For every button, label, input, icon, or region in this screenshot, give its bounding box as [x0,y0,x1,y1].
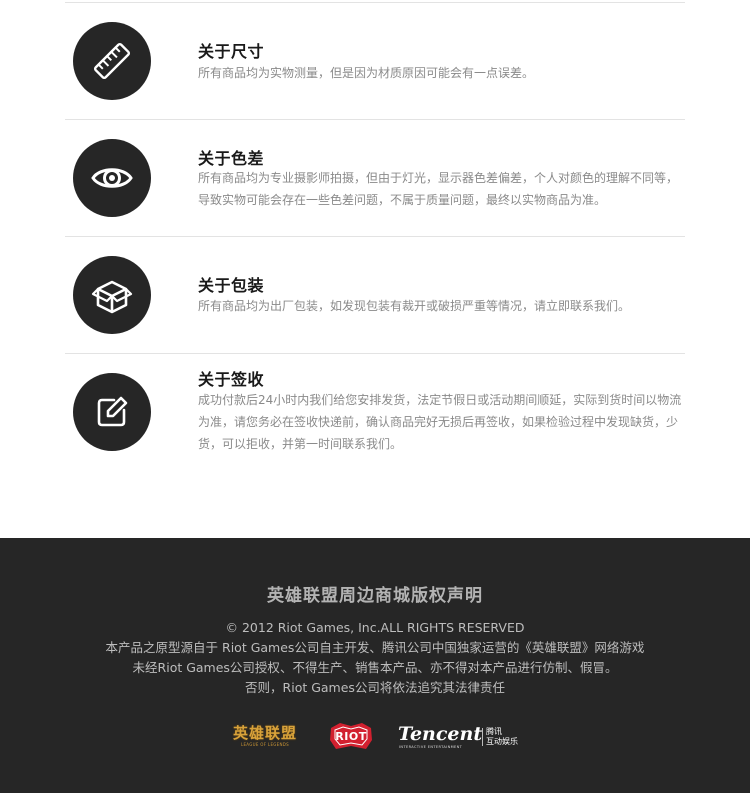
riot-logo-text: RIOT [335,730,367,743]
divider [65,236,685,237]
tencent-logo-text: Tencent [398,723,483,745]
divider [65,353,685,354]
tencent-logo: Tencent INTERACTIVE ENTERTAINMENT 腾讯 互动娱… [398,724,524,752]
footer-line-1: 本产品之原型源自于 Riot Games公司自主开发、腾讯公司中国独家运营的《英… [105,640,645,655]
footer-line-3: 否则，Riot Games公司将依法追究其法律责任 [245,680,505,695]
footer-title: 英雄联盟周边商城版权声明 [267,586,483,606]
lol-logo-text: 英雄联盟 [232,724,297,742]
lol-logo-subtext: LEAGUE OF LEGENDS [240,742,290,747]
footer-line-2: 未经Riot Games公司授权、不得生产、销售本产品、亦不得对本产品进行仿制、… [132,660,618,675]
tencent-logo-subtext: INTERACTIVE ENTERTAINMENT [399,745,463,749]
section-description: 所有商品均为出厂包装，如发现包装有裁开或破损严重等情况，请立即联系我们。 [198,299,631,313]
section-title: 关于尺寸 [198,42,265,61]
logo-divider [482,728,483,746]
tencent-logo-cn-2: 互动娱乐 [486,737,518,746]
copyright-footer: 英雄联盟周边商城版权声明 © 2012 Riot Games, Inc.ALL … [0,538,750,793]
package-box-icon [73,256,151,334]
section-title: 关于包装 [198,276,265,295]
section-title: 关于色差 [198,149,265,168]
tencent-logo-cn-1: 腾讯 [486,727,502,736]
section-description: 所有商品均为实物测量，但是因为材质原因可能会有一点误差。 [198,66,535,80]
section-description: 成功付款后24小时内我们给您安排发货，法定节假日或活动期间顺延，实际到货时间以物… [198,393,682,451]
ruler-icon [73,22,151,100]
league-of-legends-logo: 英雄联盟 LEAGUE OF LEGENDS [229,724,301,752]
eye-icon [73,139,151,217]
divider [65,119,685,120]
riot-logo: RIOT [328,722,374,752]
divider-top [65,2,685,3]
section-description: 所有商品均为专业摄影师拍摄，但由于灯光，显示器色差偏差，个人对颜色的理解不同等，… [198,171,679,207]
section-title: 关于签收 [198,370,265,389]
footer-copyright: © 2012 Riot Games, Inc.ALL RIGHTS RESERV… [225,620,525,635]
edit-note-icon [73,373,151,451]
